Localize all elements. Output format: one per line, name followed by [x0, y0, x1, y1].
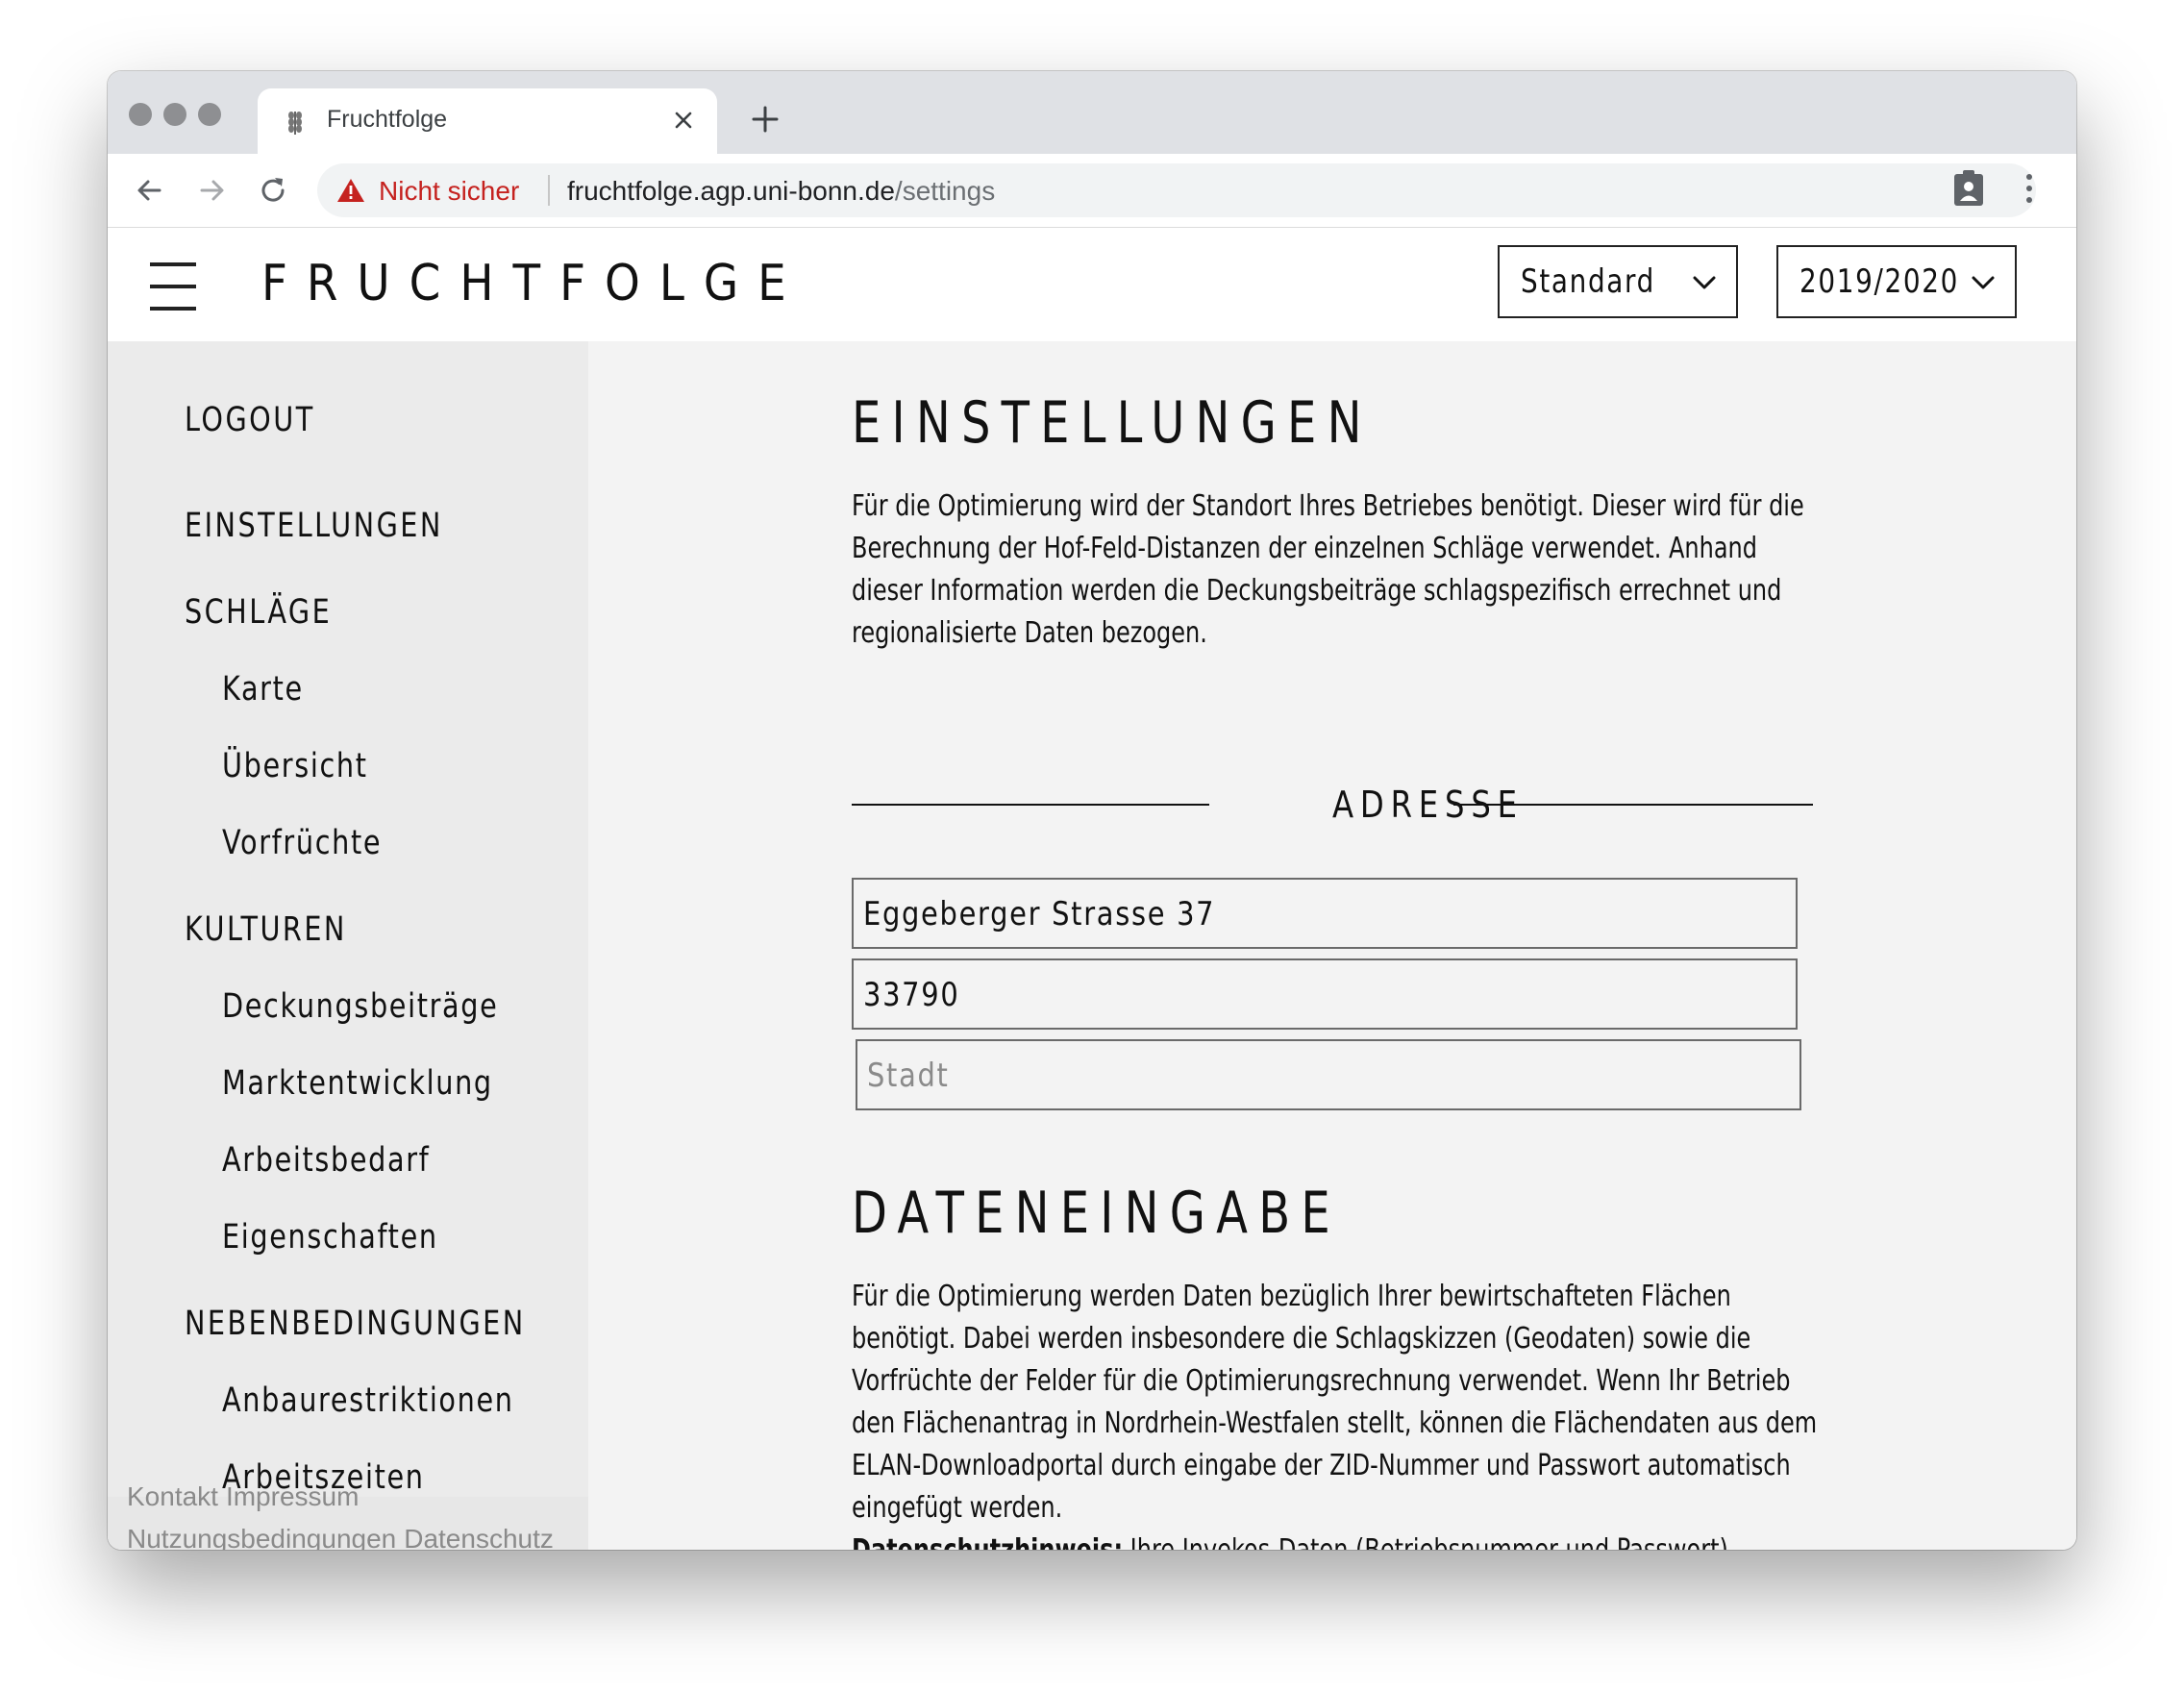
sidebar-item-anbaurestriktionen[interactable]: Anbaurestriktionen: [222, 1381, 514, 1420]
privacy-label: Datenschutzhinweis:: [852, 1533, 1123, 1550]
sidebar-item-marktentwicklung[interactable]: Marktentwicklung: [222, 1064, 493, 1103]
city-input-placeholder: Stadt: [867, 1057, 950, 1095]
wheat-icon: [288, 112, 302, 135]
sidebar-item-kulturen[interactable]: KULTUREN: [185, 910, 347, 949]
zoom-window-button[interactable]: [198, 103, 221, 126]
chevron-down-icon: [1693, 276, 1716, 289]
data-entry-title: DATENEINGABE: [852, 1180, 1341, 1247]
settings-description: Für die Optimierung wird der Standort Ih…: [852, 489, 1804, 650]
chevron-down-icon: [1972, 276, 1995, 289]
warning-icon: [337, 179, 364, 202]
sidebar-item-einstellungen[interactable]: EINSTELLUNGEN: [185, 507, 443, 545]
sidebar-item-arbeitsbedarf[interactable]: Arbeitsbedarf: [222, 1141, 430, 1180]
year-select-value: 2019/2020: [1799, 262, 1960, 301]
plus-icon[interactable]: [748, 102, 782, 137]
forward-arrow-icon[interactable]: [194, 173, 229, 208]
tab-title: Fruchtfolge: [327, 106, 448, 133]
close-icon[interactable]: [671, 108, 696, 133]
hamburger-menu-icon[interactable]: [150, 262, 196, 311]
data-entry-text: Für die Optimierung werden Daten bezügli…: [852, 1280, 1818, 1525]
mode-select-value: Standard: [1521, 262, 1655, 301]
data-entry-description: Für die Optimierung werden Daten bezügli…: [852, 1276, 1821, 1550]
sidebar-item-karte[interactable]: Karte: [222, 670, 304, 709]
settings-title: EINSTELLUNGEN: [852, 389, 1373, 457]
city-input[interactable]: Stadt: [856, 1039, 1801, 1110]
app-header: FRUCHTFOLGE Standard 2019/2020: [108, 228, 2076, 341]
zip-input-value: 33790: [863, 976, 960, 1014]
street-input-value: Eggeberger Strasse 37: [863, 895, 1216, 933]
mode-select[interactable]: Standard: [1498, 245, 1738, 318]
url-text[interactable]: fruchtfolge.agp.uni-bonn.de/settings: [567, 176, 995, 207]
brand-title[interactable]: FRUCHTFOLGE: [261, 255, 806, 312]
address-bar[interactable]: Nicht sicher fruchtfolge.agp.uni-bonn.de…: [317, 163, 2036, 217]
sidebar-nav: LOGOUT EINSTELLUNGEN SCHLÄGE Karte Übers…: [108, 341, 588, 1550]
divider-right: [1453, 804, 1813, 806]
sidebar-item-vorfruechte[interactable]: Vorfrüchte: [222, 824, 382, 862]
reload-icon[interactable]: [256, 173, 290, 208]
sidebar-item-nebenbedingungen[interactable]: NEBENBEDINGUNGEN: [185, 1305, 526, 1343]
divider-left: [852, 804, 1209, 806]
tab-strip: Fruchtfolge: [108, 71, 2076, 154]
url-host: fruchtfolge.agp.uni-bonn.de: [567, 176, 895, 206]
year-select[interactable]: 2019/2020: [1776, 245, 2017, 318]
zip-input[interactable]: 33790: [852, 958, 1798, 1030]
footer-link-impressum[interactable]: Impressum: [226, 1481, 359, 1511]
sidebar-item-logout[interactable]: LOGOUT: [185, 401, 315, 439]
footer-links: Kontakt Impressum Nutzungsbedingungen Date…: [127, 1476, 561, 1550]
sidebar-item-schlaege[interactable]: SCHLÄGE: [185, 593, 332, 632]
main-content: EINSTELLUNGEN Für die Optimierung wird d…: [588, 341, 2076, 1550]
omnibox-divider: [548, 175, 550, 206]
back-arrow-icon[interactable]: [133, 173, 167, 208]
profile-icon[interactable]: [1951, 169, 1986, 208]
sidebar-item-uebersicht[interactable]: Übersicht: [222, 747, 368, 785]
security-status[interactable]: Nicht sicher: [379, 176, 519, 207]
minimize-window-button[interactable]: [163, 103, 186, 126]
footer-link-datenschutz[interactable]: Datenschutz: [404, 1524, 554, 1550]
browser-toolbar: Nicht sicher fruchtfolge.agp.uni-bonn.de…: [108, 154, 2076, 228]
street-input[interactable]: Eggeberger Strasse 37: [852, 878, 1798, 949]
footer-link-kontakt[interactable]: Kontakt: [127, 1481, 218, 1511]
url-path: /settings: [894, 176, 996, 206]
sidebar-item-deckungsbeitraege[interactable]: Deckungsbeiträge: [222, 987, 498, 1026]
sidebar-item-eigenschaften[interactable]: Eigenschaften: [222, 1218, 438, 1257]
close-window-button[interactable]: [129, 103, 152, 126]
kebab-menu-icon[interactable]: [2024, 171, 2034, 206]
footer-link-nutzungsbedingungen[interactable]: Nutzungsbedingungen: [127, 1524, 396, 1550]
browser-window: Fruchtfolge Nicht sicher fruchtfolge.agp…: [108, 71, 2076, 1550]
tab-fruchtfolge[interactable]: Fruchtfolge: [258, 88, 717, 154]
